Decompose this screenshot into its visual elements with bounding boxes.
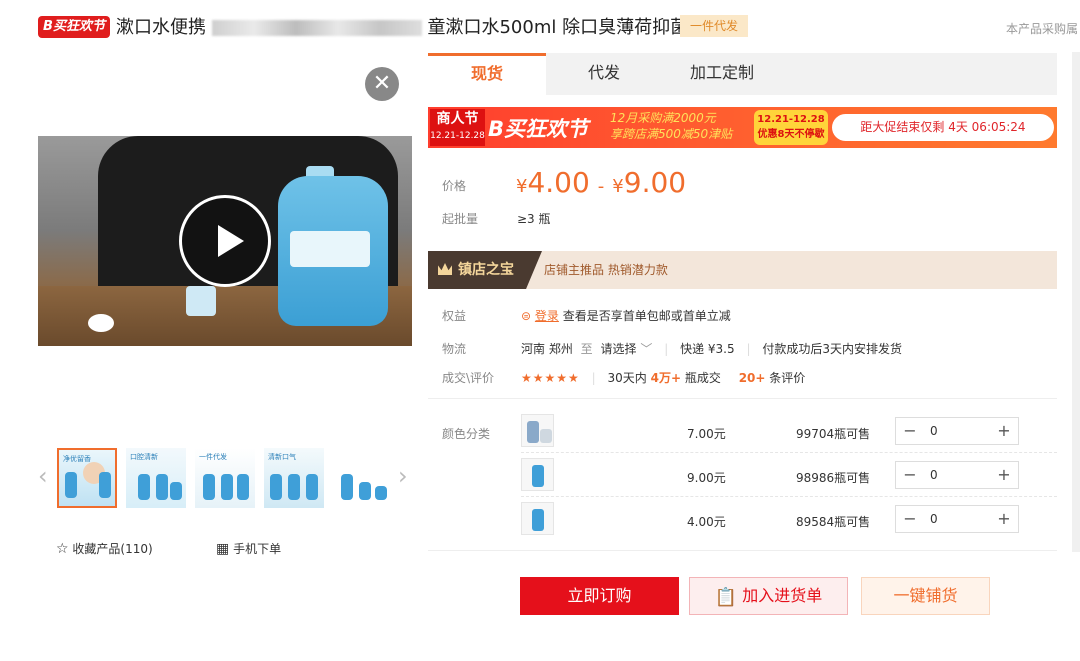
- cap-image: [88, 314, 114, 332]
- one-click-distribute-button[interactable]: 一键铺货: [861, 577, 990, 615]
- countdown: 距大促结束仅剩 4天 06:05:24: [832, 114, 1054, 141]
- product-video[interactable]: [38, 136, 412, 346]
- favorite-label: 收藏产品(110): [72, 542, 153, 556]
- sku-price: 9.00元: [687, 471, 726, 485]
- minus-button[interactable]: −: [896, 462, 924, 488]
- sku-thumbnail[interactable]: [521, 502, 554, 535]
- add-to-cart-button[interactable]: 📋 加入进货单: [689, 577, 848, 615]
- chevron-right-icon[interactable]: ›: [398, 462, 408, 490]
- quantity-stepper: − 0 +: [895, 461, 1019, 489]
- review-count[interactable]: 20+: [739, 371, 766, 385]
- sku-thumbnail[interactable]: [521, 458, 554, 491]
- rating-stars: ★★★★★: [521, 371, 580, 385]
- shop-treasure-banner: 镇店之宝 店铺主推品 热销潜力款: [428, 251, 1057, 289]
- thumbnail[interactable]: 清新口气: [264, 448, 324, 508]
- favorite-button[interactable]: ☆ 收藏产品(110): [56, 540, 153, 557]
- row-divider: [521, 496, 1057, 497]
- bottle-label: [290, 231, 370, 267]
- thumbnail[interactable]: 净优留香: [57, 448, 117, 508]
- play-icon[interactable]: [179, 195, 271, 287]
- merchant-festival-tag: 商人节 12.21-12.28: [430, 109, 485, 146]
- thumbnail[interactable]: 口腔清新: [126, 448, 186, 508]
- minus-button[interactable]: −: [896, 506, 924, 532]
- product-title: 漱口水便携 童漱口水500ml 除口臭薄荷抑菌漱口水: [116, 13, 742, 39]
- login-link[interactable]: 登录: [535, 309, 559, 323]
- tab-in-stock[interactable]: 现货: [428, 53, 546, 95]
- thumb-text: 净优留香: [63, 455, 91, 463]
- review-suffix[interactable]: 条评价: [769, 371, 805, 385]
- qr-code-icon: ▦: [216, 541, 230, 557]
- thumbnail[interactable]: [333, 448, 393, 508]
- thumb-text: 一件代发: [199, 453, 227, 461]
- cup-image: [186, 286, 216, 316]
- sku-stock: 89584瓶可售: [796, 515, 871, 529]
- dropship-tag: 一件代发: [680, 15, 749, 37]
- plus-button[interactable]: +: [990, 418, 1018, 444]
- color-category-label: 颜色分类: [442, 427, 491, 441]
- festival-title: B买狂欢节: [488, 117, 589, 141]
- divider: [428, 550, 1057, 551]
- plus-button[interactable]: +: [990, 506, 1018, 532]
- sku-price: 7.00元: [687, 427, 726, 441]
- price-range: ¥4.00- ¥9.00: [516, 166, 687, 199]
- logistics-row: 河南 郑州 至 请选择 ﹀ | 快递 ¥3.5 | 付款成功后3天内安排发货: [521, 342, 902, 356]
- quantity-input[interactable]: 0: [924, 506, 990, 532]
- promo-banner[interactable]: 商人节 12.21-12.28 B买狂欢节 12月采购满2000元 享跨店满50…: [428, 107, 1057, 148]
- chevron-down-icon: ﹀: [640, 342, 653, 356]
- benefit-row: ⊜ 登录 查看是否享首单包邮或首单立减: [521, 307, 731, 324]
- quantity-input[interactable]: 0: [924, 418, 990, 444]
- thumb-text: 口腔清新: [130, 453, 158, 461]
- purchase-mode-tabs: 现货 代发 加工定制: [428, 53, 1057, 95]
- benefit-label: 权益: [442, 309, 467, 323]
- to-text: 至: [580, 342, 593, 356]
- festival-logo: B买狂欢节: [38, 16, 110, 38]
- dispatch-time: 付款成功后3天内安排发货: [762, 342, 902, 356]
- title-prefix: 漱口水便携: [116, 17, 206, 38]
- logistics-label: 物流: [442, 342, 467, 356]
- buy-now-button[interactable]: 立即订购: [520, 577, 679, 615]
- mobile-order-label: 手机下单: [233, 542, 282, 556]
- sku-thumbnail[interactable]: [521, 414, 554, 447]
- review-label: 成交\评价: [442, 371, 495, 385]
- add-to-cart-label: 加入进货单: [742, 586, 823, 605]
- row-divider: [521, 452, 1057, 453]
- thumbnail[interactable]: 一件代发: [195, 448, 255, 508]
- star-outline-icon: ☆: [56, 541, 69, 557]
- sales-suffix: 瓶成交: [684, 371, 721, 385]
- quantity-input[interactable]: 0: [924, 462, 990, 488]
- quantity-stepper: − 0 +: [895, 505, 1019, 533]
- shipping-fee: 快递 ¥3.5: [680, 342, 735, 356]
- sales-prefix: 30天内: [607, 371, 647, 385]
- mobile-order-button[interactable]: ▦ 手机下单: [216, 540, 281, 557]
- destination-select[interactable]: 请选择 ﹀: [601, 342, 653, 356]
- sales-count: 4万+: [650, 371, 682, 385]
- quantity-stepper: − 0 +: [895, 417, 1019, 445]
- coupon-icon: ⊜: [521, 309, 532, 323]
- clipboard-icon: 📋: [714, 587, 738, 608]
- moq-value: ≥3 瓶: [517, 212, 551, 226]
- date-badge: 12.21-12.28 优惠8天不停歇: [754, 110, 828, 145]
- thumb-text: 清新口气: [268, 453, 296, 461]
- review-row: ★★★★★ | 30天内 4万+ 瓶成交 20+ 条评价: [521, 371, 806, 385]
- plus-button[interactable]: +: [990, 462, 1018, 488]
- divider: [428, 398, 1057, 399]
- minus-button[interactable]: −: [896, 418, 924, 444]
- scrollbar[interactable]: [1072, 52, 1080, 552]
- blurred-text: [211, 20, 422, 36]
- sku-stock: 98986瓶可售: [796, 471, 871, 485]
- tab-dropship[interactable]: 代发: [558, 53, 650, 95]
- sku-price: 4.00元: [687, 515, 726, 529]
- price-label: 价格: [442, 179, 467, 193]
- origin: 河南 郑州: [521, 342, 573, 356]
- close-icon[interactable]: ✕: [365, 67, 399, 101]
- chevron-left-icon[interactable]: ‹: [38, 462, 48, 490]
- shop-treasure-subtitle: 店铺主推品 热销潜力款: [544, 263, 668, 277]
- deal-text: 12月采购满2000元 享跨店满500减50津贴: [610, 111, 733, 141]
- tab-custom[interactable]: 加工定制: [672, 53, 772, 95]
- product-page: B买狂欢节 漱口水便携 童漱口水500ml 除口臭薄荷抑菌漱口水 一件代发 本产…: [0, 0, 1080, 661]
- purchase-note: 本产品采购属: [1006, 22, 1079, 36]
- benefit-text: 查看是否享首单包邮或首单立减: [562, 309, 731, 323]
- moq-label: 起批量: [442, 212, 479, 226]
- sku-stock: 99704瓶可售: [796, 427, 871, 441]
